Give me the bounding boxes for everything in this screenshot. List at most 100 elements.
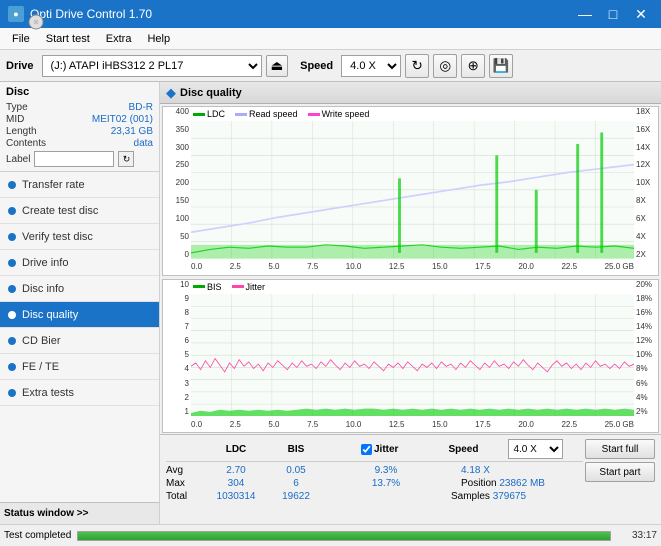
speed-dropdown[interactable]: 4.0 X [508,439,563,459]
nav-cd-bier[interactable]: CD Bier [0,328,159,354]
label-refresh-button[interactable]: ↻ [118,151,134,167]
avg-jitter: 9.3% [361,465,411,476]
scan-button[interactable]: ◎ [433,54,457,78]
disc-panel: Disc Type BD-R MID MEIT02 (001) Length 2… [0,82,159,172]
eject-button[interactable]: ⏏ [266,55,289,77]
avg-ldc: 2.70 [211,465,261,476]
samples-label: Samples [451,491,490,502]
type-value: BD-R [129,102,153,113]
status-window-button[interactable]: Status window >> [0,503,92,524]
total-bis: 19622 [271,491,321,502]
minimize-button[interactable]: — [573,5,597,23]
bis-chart-legend: BIS Jitter [193,282,265,292]
sidebar: Disc Type BD-R MID MEIT02 (001) Length 2… [0,82,160,524]
nav-list: Transfer rate Create test disc Verify te… [0,172,159,502]
read-speed-legend-label: Read speed [249,109,298,119]
jitter-checkbox[interactable] [361,444,372,455]
save-button[interactable]: 💾 [489,54,513,78]
jitter-legend-label: Jitter [246,282,266,292]
speed-select[interactable]: 4.0 X 1.0 X 2.0 X 8.0 X Max [341,55,401,77]
stats-footer: LDC BIS Jitter Speed 4.0 X [160,434,661,524]
chart-grid [191,121,634,259]
drive-select[interactable]: (J:) ATAPI iHBS312 2 PL17 [42,55,262,77]
jitter-legend-color [232,285,244,288]
contents-label: Contents [6,138,46,149]
nav-label: Disc info [22,283,64,295]
total-ldc: 1030314 [211,491,261,502]
bis-chart-grid [191,294,634,416]
charts-container: LDC Read speed Write speed 400 350 300 [160,104,661,434]
nav-disc-quality[interactable]: Disc quality [0,302,159,328]
bis-y-axis-right: 20% 18% 16% 14% 12% 10% 8% 6% 4% 2% [634,280,658,416]
speed-header: Speed [448,444,478,455]
bis-header: BIS [271,444,321,455]
nav-dot [8,233,16,241]
samples-value: 379675 [493,491,526,502]
refresh-button[interactable]: ↻ [405,54,429,78]
status-bar: Test completed 33:17 [0,524,661,546]
close-button[interactable]: ✕ [629,5,653,23]
nav-drive-info[interactable]: Drive info [0,250,159,276]
maximize-button[interactable]: □ [601,5,625,23]
nav-disc-info[interactable]: Disc info [0,276,159,302]
progress-bar-fill [78,532,610,540]
bis-chart-svg [191,294,634,416]
start-part-button[interactable]: Start part [585,462,655,482]
info-button[interactable]: ⊕ [461,54,485,78]
ldc-y-axis-left: 400 350 300 250 200 150 100 50 0 [163,107,191,259]
contents-value: data [134,138,153,149]
nav-label: Transfer rate [22,179,85,191]
bis-legend-label: BIS [207,282,222,292]
app-title: Opti Drive Control 1.70 [30,7,573,21]
stats-buttons: Start full Start part [585,439,655,482]
position-label: Position [461,478,497,489]
ldc-legend-color [193,113,205,116]
ldc-chart-svg [191,121,634,259]
jitter-header: Jitter [374,444,398,455]
menu-extra[interactable]: Extra [98,31,140,47]
menu-help[interactable]: Help [139,31,178,47]
max-bis: 6 [271,478,321,489]
ldc-chart: LDC Read speed Write speed 400 350 300 [162,106,659,276]
length-value: 23,31 GB [111,126,153,137]
disc-section-title: Disc [6,86,29,98]
start-full-button[interactable]: Start full [585,439,655,459]
chart-header: ◆ Disc quality [160,82,661,104]
main-layout: Disc Type BD-R MID MEIT02 (001) Length 2… [0,82,661,524]
nav-dot [8,337,16,345]
bis-x-axis: 0.0 2.5 5.0 7.5 10.0 12.5 15.0 17.5 20.0… [191,416,634,432]
avg-speed: 4.18 X [461,465,490,476]
drive-label: Drive [6,60,34,72]
menu-start-test[interactable]: Start test [38,31,98,47]
ldc-chart-legend: LDC Read speed Write speed [193,109,369,119]
menu-file[interactable]: File [4,31,38,47]
write-speed-legend-label: Write speed [322,109,370,119]
ldc-x-axis: 0.0 2.5 5.0 7.5 10.0 12.5 15.0 17.5 20.0… [191,259,634,275]
avg-bis: 0.05 [271,465,321,476]
nav-verify-test-disc[interactable]: Verify test disc [0,224,159,250]
nav-transfer-rate[interactable]: Transfer rate [0,172,159,198]
nav-dot [8,181,16,189]
label-input[interactable] [34,151,114,167]
mid-label: MID [6,114,24,125]
nav-dot [8,389,16,397]
disc-icon [28,14,44,30]
nav-fe-te[interactable]: FE / TE [0,354,159,380]
chart-title: Disc quality [180,87,242,99]
nav-label: FE / TE [22,361,59,373]
ldc-header: LDC [211,444,261,455]
bis-legend-color [193,285,205,288]
nav-extra-tests[interactable]: Extra tests [0,380,159,406]
nav-create-test-disc[interactable]: Create test disc [0,198,159,224]
content-area: ◆ Disc quality [160,82,661,524]
mid-value: MEIT02 (001) [92,114,153,125]
menu-bar: File Start test Extra Help [0,28,661,50]
status-time: 33:17 [617,530,657,541]
nav-label: Create test disc [22,205,98,217]
write-speed-legend-color [308,113,320,116]
avg-label: Avg [166,465,201,476]
max-jitter: 13.7% [361,478,411,489]
disc-label-label: Label [6,154,30,165]
length-label: Length [6,126,37,137]
total-label: Total [166,491,201,502]
